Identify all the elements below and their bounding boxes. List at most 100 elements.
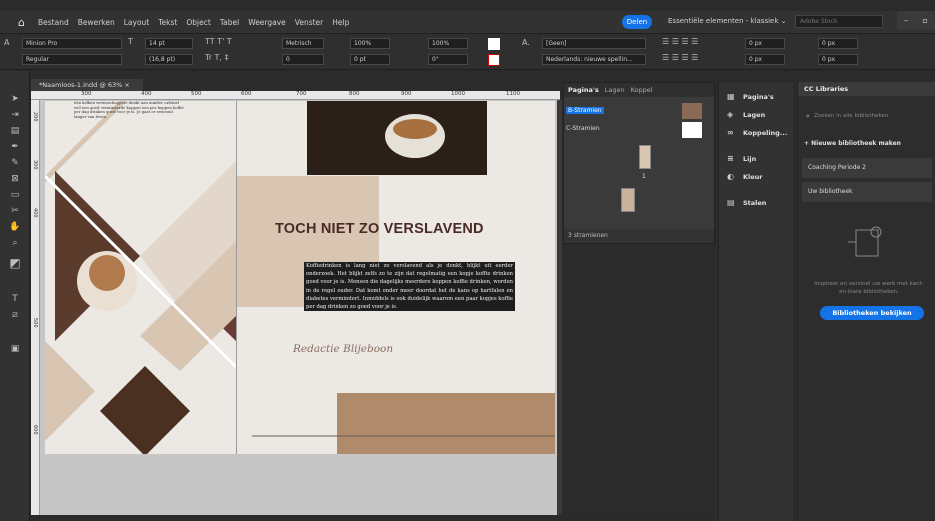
library-item[interactable]: Uw bibliotheek — [802, 182, 932, 202]
tracking-field[interactable]: 0 — [282, 54, 324, 65]
fill-stroke-icon[interactable]: ◩ — [8, 257, 22, 269]
menu-venster[interactable]: Venster — [295, 18, 323, 27]
smallcaps-icon[interactable]: Tr T, ‡ — [205, 53, 229, 62]
document-scrollbar[interactable] — [557, 100, 562, 521]
spread-thumb[interactable] — [621, 188, 635, 212]
character-mode-icon[interactable]: A — [4, 38, 9, 47]
justify-icons[interactable]: ☰ ☰ ☰ ☰ — [662, 53, 698, 62]
menu-tabel[interactable]: Tabel — [220, 18, 239, 27]
leading-field[interactable]: (16,8 pt) — [145, 54, 193, 65]
font-family-field[interactable]: Minion Pro — [22, 38, 122, 49]
rectangle-tool-icon[interactable]: ▭ — [8, 189, 22, 201]
window-controls[interactable]: – ▫ — [897, 11, 935, 29]
share-button[interactable]: Delen — [622, 15, 652, 29]
caps-icon[interactable]: TT T' T — [205, 37, 232, 46]
ruler-h-tick: 300 — [81, 91, 92, 97]
selection-tool-icon[interactable]: ➤ — [8, 93, 22, 105]
panel-stroke[interactable]: ≡ Lijn — [727, 154, 756, 163]
menu-bewerken[interactable]: Bewerken — [78, 18, 115, 27]
workspace-switcher[interactable]: Essentiële elementen - klassiek ⌄ — [668, 17, 787, 25]
panel-swatches[interactable]: ▤ Stalen — [727, 198, 766, 207]
tab-pages[interactable]: Pagina's — [568, 86, 599, 94]
menu-object[interactable]: Object — [186, 18, 210, 27]
panel-layers[interactable]: ◈ Lagen — [727, 110, 765, 119]
vertical-scale-field[interactable]: 100% — [350, 38, 390, 49]
apply-none-icon[interactable]: ⧄ — [8, 309, 22, 321]
tab-layers[interactable]: Lagen — [605, 86, 625, 94]
ruler-h-tick: 600 — [241, 91, 252, 97]
screen-mode-icon[interactable]: ▣ — [8, 343, 22, 355]
pages-icon: ▦ — [727, 92, 735, 101]
article-byline[interactable]: Redactie Blijeboon — [293, 343, 393, 355]
last-line-indent-field[interactable]: 0 px — [818, 54, 858, 65]
menu-weergave[interactable]: Weergave — [248, 18, 286, 27]
article-headline[interactable]: TOCH NIET ZO VERSLAVEND — [275, 221, 484, 237]
hand-tool-icon[interactable]: ✋ — [8, 221, 22, 233]
master-b-thumb[interactable] — [682, 103, 702, 119]
first-line-indent-field[interactable]: 0 px — [745, 54, 785, 65]
library-item[interactable]: Coaching Periode 2 — [802, 158, 932, 178]
maximize-icon[interactable]: ▫ — [922, 16, 927, 25]
horizontal-scale-field[interactable]: 100% — [428, 38, 468, 49]
ruler-v-tick: 200 — [32, 112, 38, 122]
fill-swatch[interactable] — [488, 38, 500, 50]
cc-search-input[interactable]: Zoeken in alle bibliotheken — [804, 110, 930, 122]
master-b[interactable]: B-Stramien — [566, 107, 604, 114]
links-icon: ∞ — [727, 128, 734, 137]
cc-libraries-title[interactable]: CC Libraries — [798, 82, 935, 96]
collapsed-panels: ▦ Pagina's ◈ Lagen ∞ Koppeling... ≡ Lijn ◐ Kl… — [718, 82, 793, 521]
master-c[interactable]: C-Stramien — [566, 125, 600, 132]
formatting-text-icon[interactable]: T — [8, 293, 22, 305]
article-body[interactable]: Koffiedrinken is lang niet zo verslavend… — [304, 262, 515, 312]
kerning-field[interactable]: Metrisch — [282, 38, 324, 49]
panel-links[interactable]: ∞ Koppeling... — [727, 128, 787, 137]
baseline-shift-field[interactable]: 0 pt — [350, 54, 390, 65]
skew-field[interactable]: 0° — [428, 54, 468, 65]
panel-label: Pagina's — [743, 92, 774, 101]
panel-pages[interactable]: ▦ Pagina's — [727, 92, 774, 101]
coffee-beans-photo[interactable] — [100, 366, 190, 454]
home-icon[interactable]: ⌂ — [18, 16, 25, 29]
intro-text-frame[interactable]: één kelken wetenschappers denkt aan mind… — [74, 100, 186, 119]
menu-layout[interactable]: Layout — [124, 18, 150, 27]
document-tab[interactable]: *Naamloos-1.indd @ 63% × — [31, 79, 143, 91]
pen-tool-icon[interactable]: ✒ — [8, 141, 22, 153]
pencil-tool-icon[interactable]: ✎ — [8, 157, 22, 169]
panel-label: Lijn — [743, 154, 757, 163]
char-style-icon: A. — [522, 38, 530, 47]
direct-selection-tool-icon[interactable]: ⇥ — [8, 109, 22, 121]
panel-label: Kleur — [743, 172, 763, 181]
horizontal-ruler[interactable]: 300 400 500 600 700 800 900 1000 1100 — [31, 91, 560, 100]
color-icon: ◐ — [727, 172, 734, 181]
browse-libraries-button[interactable]: Bibliotheken bekijken — [820, 306, 924, 320]
align-icons[interactable]: ☰ ☰ ☰ ☰ — [662, 37, 698, 46]
new-library-button[interactable]: + Nieuwe bibliotheek maken — [804, 140, 901, 147]
font-size-field[interactable]: 14 pt — [145, 38, 193, 49]
stroke-swatch[interactable] — [488, 54, 500, 66]
panel-color[interactable]: ◐ Kleur — [727, 172, 763, 181]
ruler-v-tick: 300 — [32, 160, 38, 170]
menu-help[interactable]: Help — [332, 18, 349, 27]
menu-bestand[interactable]: Bestand — [38, 18, 69, 27]
ruler-h-tick: 900 — [401, 91, 412, 97]
menu-tekst[interactable]: Tekst — [158, 18, 177, 27]
minimize-icon[interactable]: – — [904, 16, 908, 25]
page-tool-icon[interactable]: ▤ — [8, 125, 22, 137]
rectangle-frame-tool-icon[interactable]: ⊠ — [8, 173, 22, 185]
char-style-field[interactable]: [Geen] — [542, 38, 646, 49]
tab-links[interactable]: Koppel — [631, 86, 653, 94]
ruler-h-tick: 800 — [349, 91, 360, 97]
right-indent-field[interactable]: 0 px — [818, 38, 858, 49]
scissors-tool-icon[interactable]: ✂ — [8, 205, 22, 217]
vertical-ruler[interactable]: 200 300 400 500 600 — [31, 100, 40, 521]
language-field[interactable]: Nederlands: nieuwe spellin... — [542, 54, 646, 65]
master-c-thumb[interactable] — [682, 122, 702, 138]
page-1-thumb[interactable] — [639, 145, 651, 169]
control-bar: A Minion Pro Regular T 14 pt (16,8 pt) T… — [0, 33, 935, 70]
zoom-tool-icon[interactable]: ⌕ — [8, 237, 22, 249]
page-number: 1 — [642, 173, 646, 180]
font-style-field[interactable]: Regular — [22, 54, 122, 65]
stock-search-input[interactable]: Adobe Stock — [795, 15, 883, 28]
left-indent-field[interactable]: 0 px — [745, 38, 785, 49]
font-size-icon: T — [128, 37, 133, 46]
